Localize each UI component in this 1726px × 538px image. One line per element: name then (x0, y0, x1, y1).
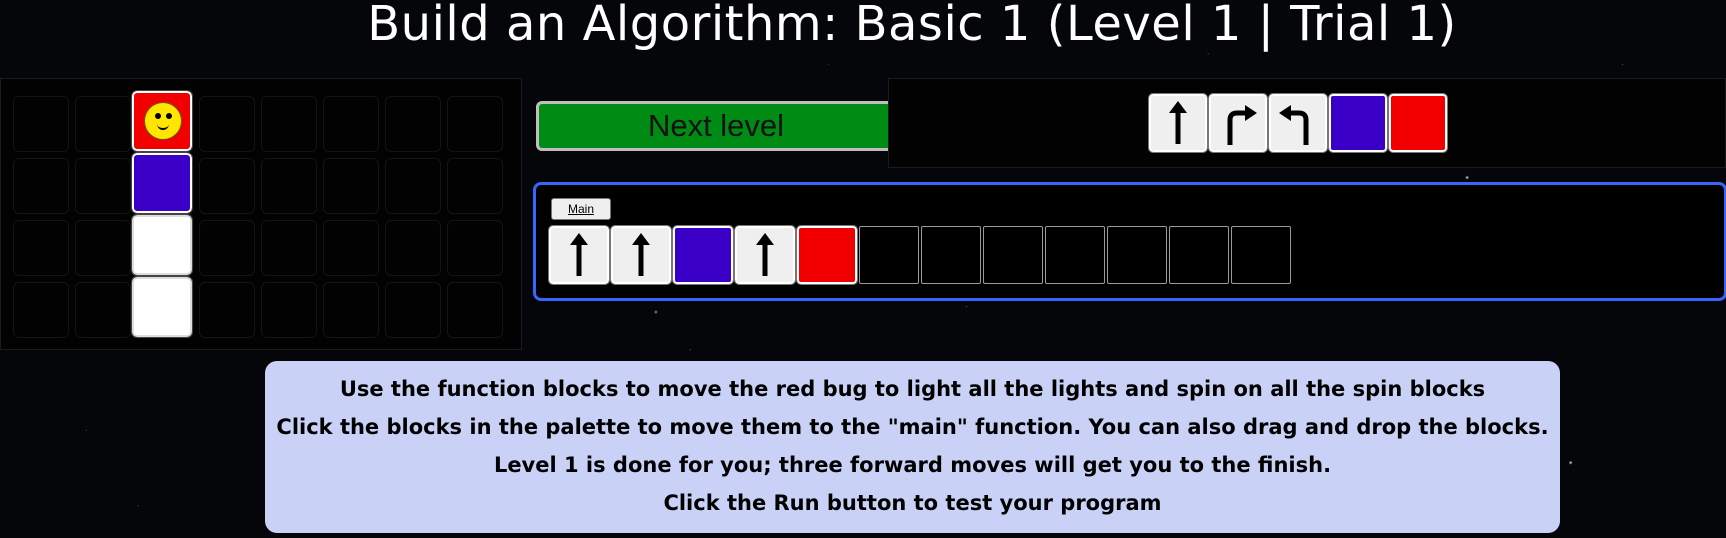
forward-arrow-icon (570, 233, 588, 276)
board-cell (75, 158, 131, 214)
main-empty-slot[interactable] (1169, 226, 1229, 284)
main-empty-slot[interactable] (983, 226, 1043, 284)
next-level-button[interactable]: Next level (536, 101, 896, 151)
page-title: Build an Algorithm: Basic 1 (Level 1 | T… (367, 0, 1457, 52)
board-cell (13, 220, 69, 276)
board-cell (447, 282, 503, 338)
instruction-line: Use the function blocks to move the red … (339, 377, 1486, 401)
palette-blue-spin-block[interactable] (1328, 93, 1388, 153)
forward-arrow-icon (1169, 101, 1187, 144)
palette-forward-block[interactable] (1148, 93, 1208, 153)
board-cell (13, 282, 69, 338)
board-cell (199, 96, 255, 152)
instruction-line: Click the Run button to test your progra… (663, 491, 1162, 515)
main-forward-block[interactable] (610, 225, 672, 285)
board-cell (261, 96, 317, 152)
instructions-panel: Use the function blocks to move the red … (265, 361, 1560, 533)
main-empty-slot[interactable] (1231, 226, 1291, 284)
board-cell (199, 220, 255, 276)
main-empty-slot[interactable] (859, 226, 919, 284)
main-tab[interactable]: Main (551, 198, 611, 220)
board-cell (323, 96, 379, 152)
palette-turn-right-block[interactable] (1208, 93, 1268, 153)
main-slots (548, 225, 1291, 285)
main-empty-slot[interactable] (1045, 226, 1105, 284)
board-cell (447, 96, 503, 152)
board-cell (385, 220, 441, 276)
main-function-area: Main (533, 182, 1726, 301)
board-cell (13, 158, 69, 214)
board-cell (385, 158, 441, 214)
board-cell (385, 282, 441, 338)
forward-arrow-icon (756, 233, 774, 276)
board-cell (261, 282, 317, 338)
board-cell (199, 158, 255, 214)
board-cell (323, 158, 379, 214)
main-forward-block[interactable] (548, 225, 610, 285)
board-cell (447, 220, 503, 276)
board-cell (199, 282, 255, 338)
game-board (0, 78, 522, 350)
board-cell (75, 282, 131, 338)
red-light-tile (131, 90, 193, 152)
board-cell (261, 220, 317, 276)
turn-right-arrow-icon (1227, 105, 1257, 145)
white-path-tile (131, 276, 193, 338)
main-empty-slot[interactable] (1107, 226, 1167, 284)
board-cell (447, 158, 503, 214)
instruction-line: Level 1 is done for you; three forward m… (493, 453, 1332, 477)
palette-red-light-block[interactable] (1388, 93, 1448, 153)
board-cell (13, 96, 69, 152)
board-cell (323, 282, 379, 338)
forward-arrow-icon (632, 233, 650, 276)
blue-spin-tile (131, 152, 193, 214)
bug-icon (144, 102, 182, 140)
instruction-line: Click the blocks in the palette to move … (276, 415, 1549, 439)
main-blue-spin-block[interactable] (672, 225, 734, 285)
main-empty-slot[interactable] (921, 226, 981, 284)
board-cell (261, 158, 317, 214)
white-path-tile (131, 214, 193, 276)
board-cell (75, 220, 131, 276)
board-cell (323, 220, 379, 276)
palette-turn-left-block[interactable] (1268, 93, 1328, 153)
board-cell (75, 96, 131, 152)
main-forward-block[interactable] (734, 225, 796, 285)
board-cell (385, 96, 441, 152)
block-palette (1148, 93, 1448, 154)
main-red-light-block[interactable] (796, 225, 858, 285)
turn-left-arrow-icon (1279, 105, 1309, 145)
